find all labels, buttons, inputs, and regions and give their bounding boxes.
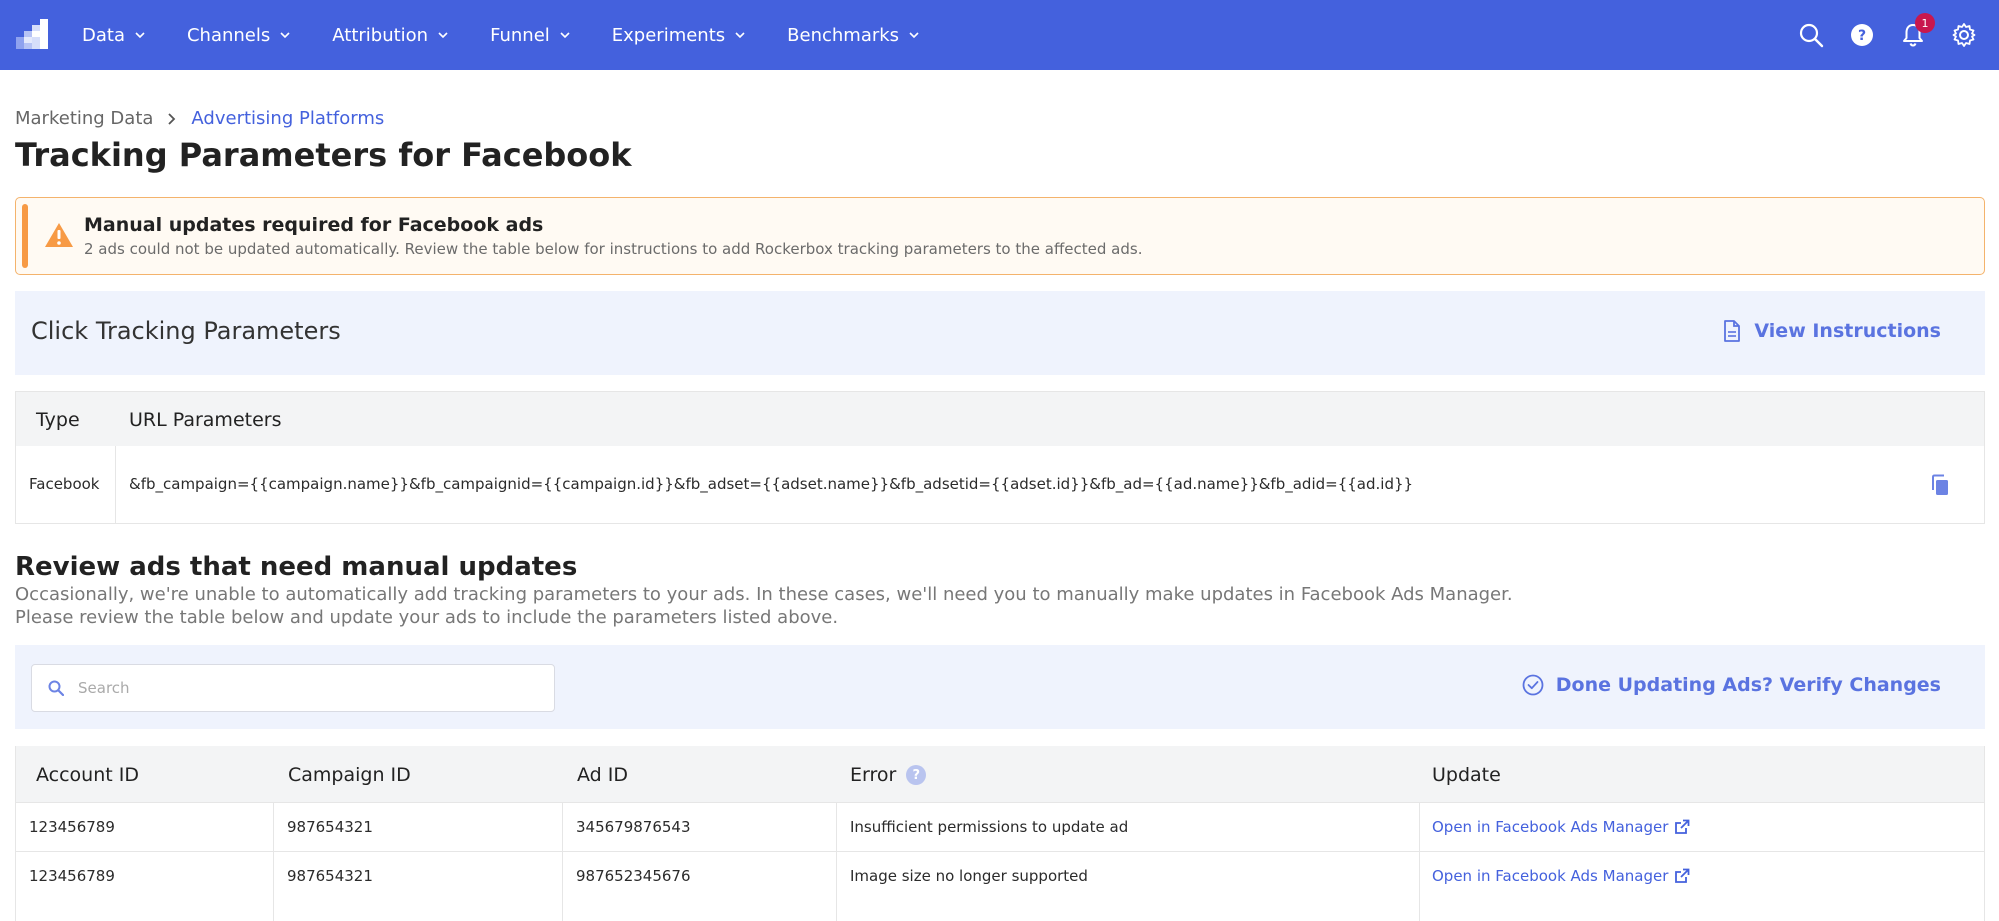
click-tracking-title: Click Tracking Parameters [31,317,341,345]
url-parameters-cell[interactable]: &fb_campaign={{campaign.name}}&fb_campai… [129,475,1413,493]
gear-icon[interactable] [1951,22,1977,48]
nav-item-label: Data [82,24,125,46]
warning-title: Manual updates required for Facebook ads [84,214,544,236]
parameters-table: Type URL Parameters Facebook &fb_campaig… [15,391,1985,524]
nav-item-funnel[interactable]: Funnel [490,25,570,46]
table-header: Type URL Parameters [16,392,1984,446]
open-ads-manager-link[interactable]: Open in Facebook Ads Manager [1432,818,1690,836]
review-section-title: Review ads that need manual updates [15,552,578,582]
breadcrumb: Marketing Data Advertising Platforms [15,108,384,129]
table-row: Facebook &fb_campaign={{campaign.name}}&… [16,446,1984,524]
column-header-account-id: Account ID [36,764,139,786]
review-toolbar: Done Updating Ads? Verify Changes [15,645,1985,729]
account-id-cell: 123456789 [29,867,115,885]
table-row: 123456789 987654321 987652345676 Image s… [16,851,1984,900]
warning-message: Manual updates required for Facebook ads… [15,197,1985,275]
notifications-button[interactable]: 1 [1900,13,1935,48]
review-description-line-2: Please review the table below and update… [15,607,839,628]
chevron-down-icon [280,32,290,39]
nav-item-data[interactable]: Data [82,25,145,46]
column-header-campaign-id: Campaign ID [288,764,411,786]
account-id-cell: 123456789 [29,818,115,836]
breadcrumb-current[interactable]: Advertising Platforms [191,108,384,129]
nav-actions: ? 1 [1773,0,1977,70]
search-input[interactable] [78,675,538,701]
notification-badge: 1 [1915,13,1935,33]
external-link-icon [1675,868,1690,883]
nav-item-label: Channels [186,24,271,46]
review-description-line-1: Occasionally, we're unable to automatica… [15,584,1513,605]
click-tracking-panel: Click Tracking Parameters View Instructi… [15,291,1985,375]
chevron-right-icon [168,112,176,125]
verify-changes-button[interactable]: Done Updating Ads? Verify Changes [1522,674,1941,696]
nav-item-label: Benchmarks [787,24,900,46]
nav-item-benchmarks[interactable]: Benchmarks [787,25,919,46]
search-icon [48,680,64,696]
search-box [31,664,555,712]
nav-item-experiments[interactable]: Experiments [612,25,745,46]
open-ads-manager-link[interactable]: Open in Facebook Ads Manager [1432,867,1690,885]
view-instructions-label: View Instructions [1754,320,1941,342]
search-icon[interactable] [1798,22,1824,48]
ad-id-cell: 345679876543 [576,818,691,836]
error-cell: Image size no longer supported [850,867,1088,885]
breadcrumb-root[interactable]: Marketing Data [15,108,153,129]
help-icon[interactable]: ? [1849,22,1875,48]
column-header-ad-id: Ad ID [577,764,628,786]
open-ads-manager-label: Open in Facebook Ads Manager [1432,867,1669,885]
verify-changes-label: Done Updating Ads? Verify Changes [1555,674,1941,696]
warning-text: 2 ads could not be updated automatically… [84,240,1143,258]
chevron-down-icon [560,32,570,39]
document-icon [1724,320,1741,342]
open-ads-manager-label: Open in Facebook Ads Manager [1432,818,1669,836]
campaign-id-cell: 987654321 [287,818,373,836]
chevron-down-icon [135,32,145,39]
view-instructions-button[interactable]: View Instructions [1722,320,1941,342]
help-icon[interactable]: ? [906,765,927,785]
nav-item-label: Experiments [611,24,726,46]
table-row: 123456789 987654321 345679876543 Insuffi… [16,802,1984,851]
column-header-error-label: Error [850,764,897,786]
column-header-url-parameters: URL Parameters [129,409,282,431]
nav-item-label: Funnel [490,24,550,46]
svg-text:?: ? [1858,28,1866,44]
chevron-down-icon [735,32,745,39]
nav-item-attribution[interactable]: Attribution [332,25,448,46]
rockerbox-logo-icon[interactable] [16,19,48,49]
column-header-error: Error ? [850,764,927,786]
ad-id-cell: 987652345676 [576,867,691,885]
check-circle-icon [1522,674,1544,696]
warning-accent-bar [22,204,28,268]
page-title: Tracking Parameters for Facebook [15,136,632,174]
chevron-down-icon [909,32,919,39]
nav-item-label: Attribution [332,24,429,46]
warning-icon [45,223,73,247]
nav-menu: Data Channels Attribution Funnel Experim… [82,0,961,70]
ads-table: Account ID Campaign ID Ad ID Error ? Upd… [15,746,1985,921]
chevron-down-icon [438,32,448,39]
nav-item-channels[interactable]: Channels [187,25,290,46]
table-header: Account ID Campaign ID Ad ID Error ? Upd… [16,746,1984,802]
top-nav: Data Channels Attribution Funnel Experim… [0,0,1999,70]
column-header-update: Update [1432,764,1501,786]
param-type-cell: Facebook [29,475,100,493]
external-link-icon [1675,819,1690,834]
error-cell: Insufficient permissions to update ad [850,818,1129,836]
campaign-id-cell: 987654321 [287,867,373,885]
copy-icon[interactable] [1930,474,1950,496]
column-header-type: Type [36,409,80,431]
